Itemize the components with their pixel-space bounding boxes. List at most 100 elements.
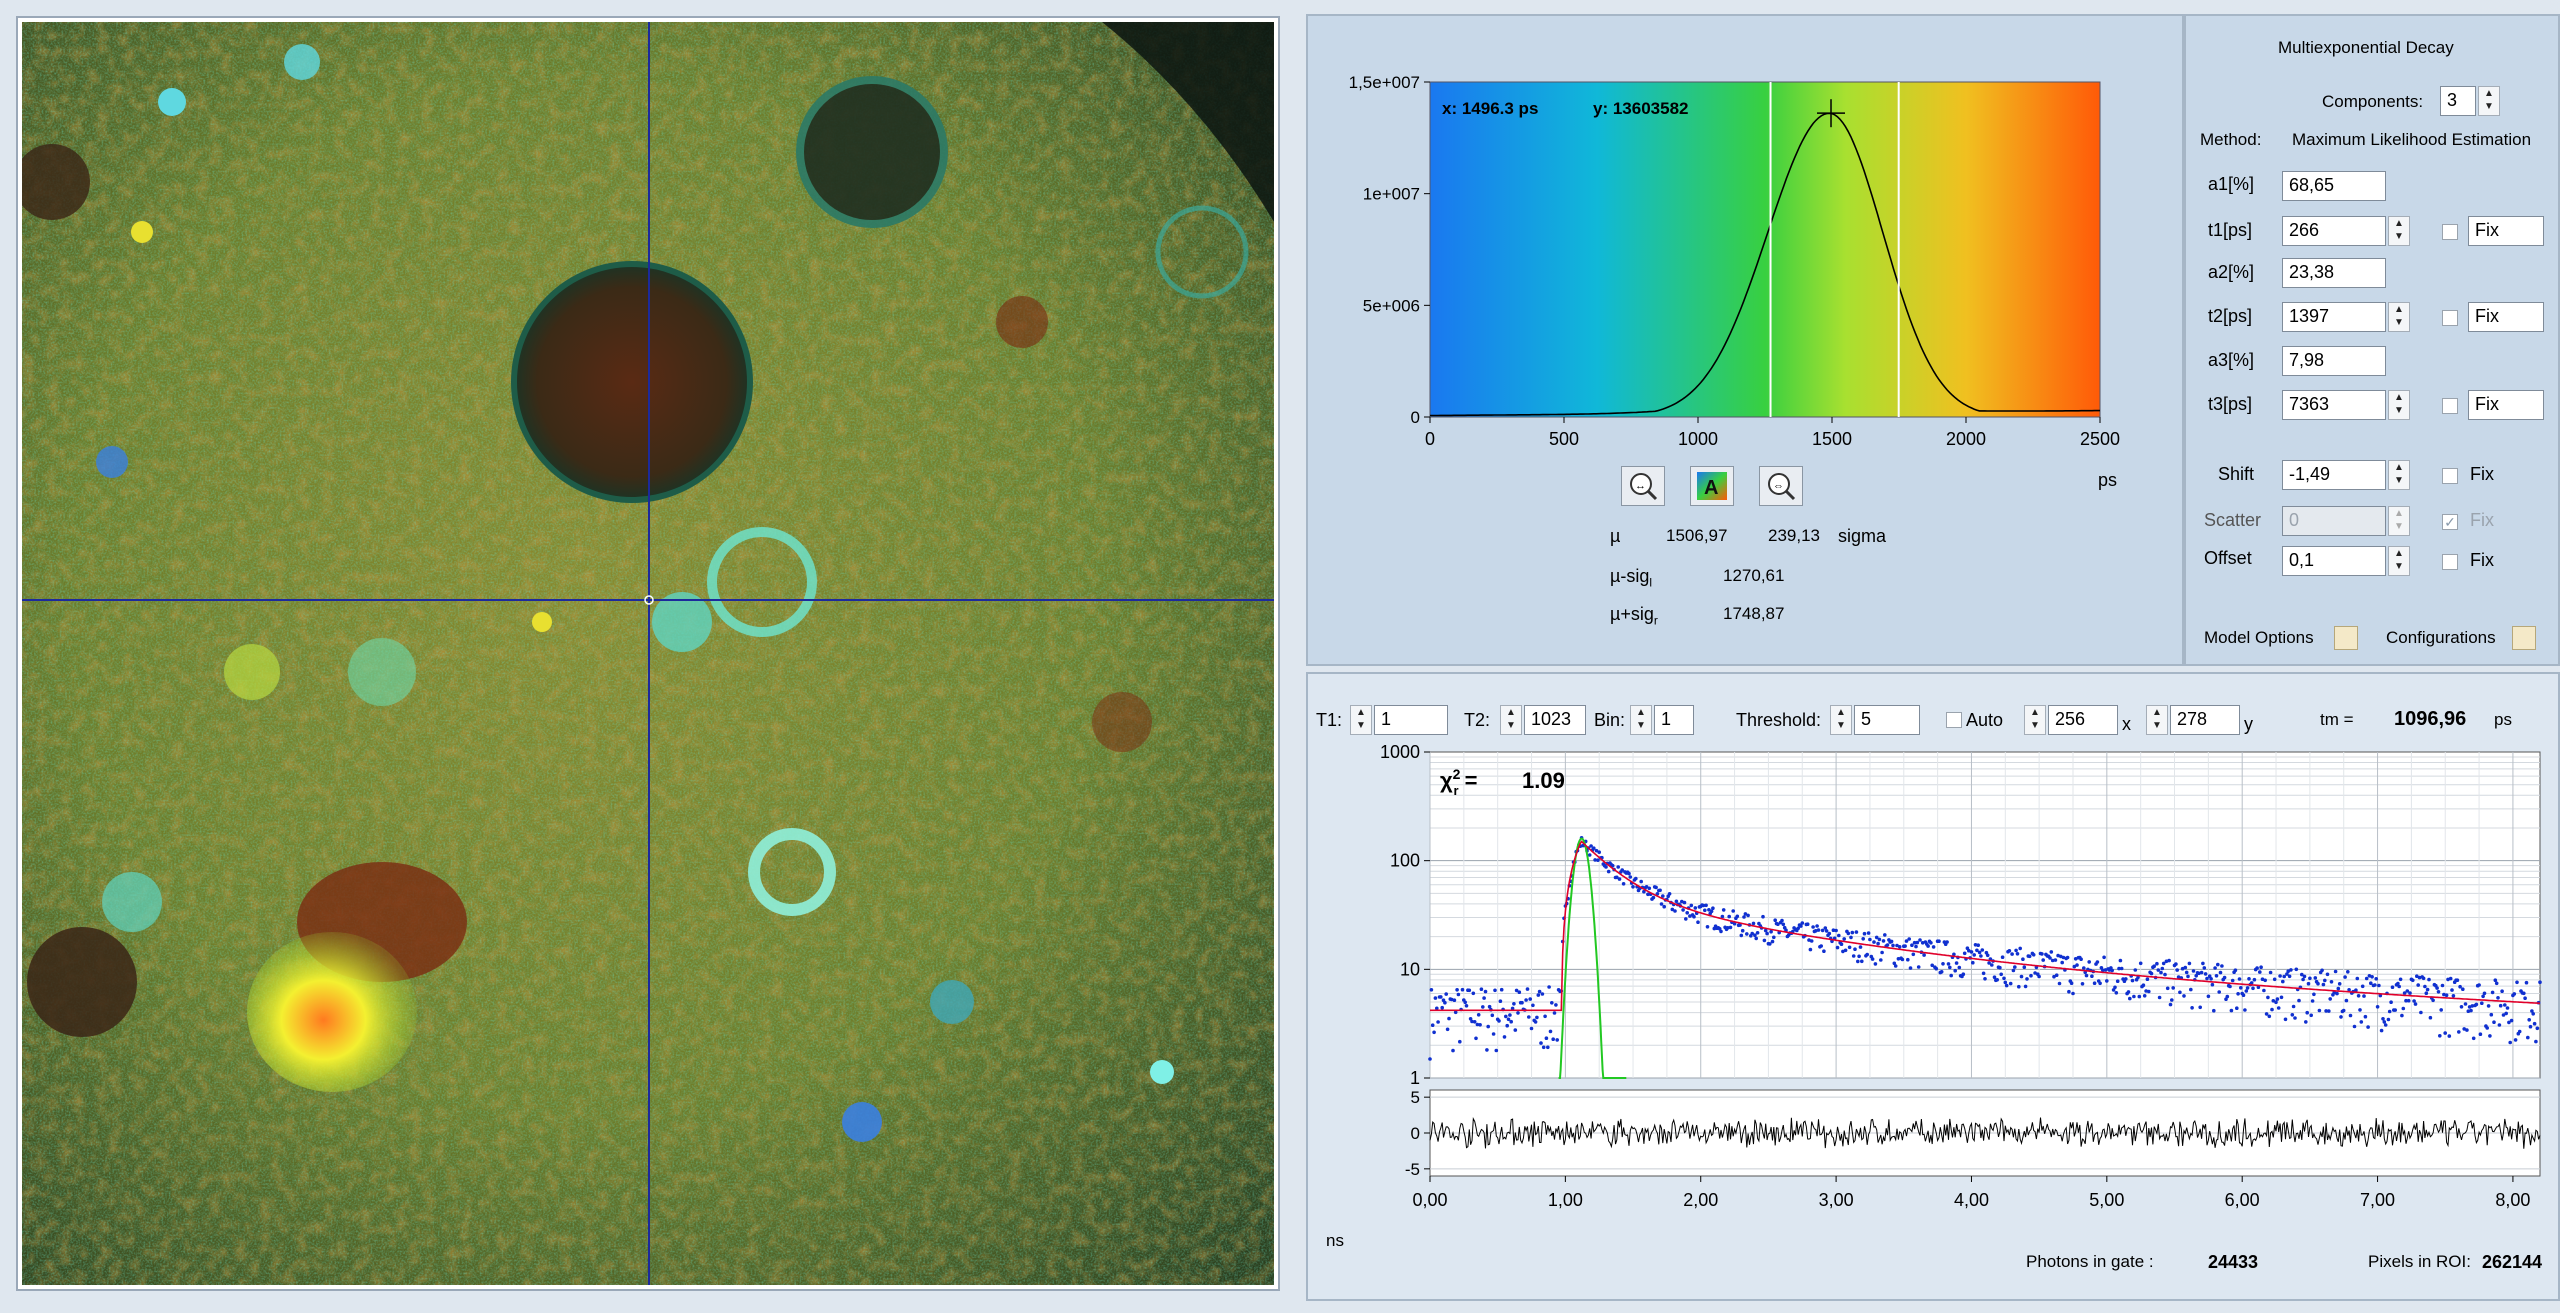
- x-coord-spinner[interactable]: ▲ ▼: [2024, 705, 2046, 735]
- autoscale-color-button[interactable]: A: [1690, 466, 1734, 506]
- decay-point: [2465, 1028, 2469, 1032]
- decay-point: [2105, 979, 2109, 983]
- decay-point: [2398, 977, 2403, 982]
- y-coord-spinner[interactable]: ▲ ▼: [2146, 705, 2168, 735]
- t1-field[interactable]: 266: [2282, 216, 2386, 246]
- decay-point: [1954, 961, 1959, 965]
- method-label: Method:: [2200, 130, 2262, 149]
- hist-x-tick-label: 2500: [2080, 429, 2120, 449]
- decay-point: [2149, 971, 2154, 976]
- x-coord-field[interactable]: 256: [2048, 705, 2118, 735]
- zoom-out-icon: ⇔: [1768, 473, 1796, 501]
- y-coord-field[interactable]: 278: [2170, 705, 2240, 735]
- t1-gate-field[interactable]: 1: [1374, 705, 1448, 735]
- decay-point: [1941, 962, 1945, 966]
- decay-point: [2114, 991, 2119, 995]
- shift-fix-checkbox[interactable]: [2442, 468, 2458, 484]
- t2-gate-label: T2:: [1464, 710, 1491, 730]
- lifetime-image-canvas[interactable]: [22, 22, 1274, 1285]
- decay-point: [2084, 973, 2089, 978]
- decay-point: [2327, 1009, 2331, 1013]
- decay-point: [2412, 999, 2416, 1003]
- auto-checkbox[interactable]: [1946, 712, 1962, 728]
- method-value[interactable]: Maximum Likelihood Estimation: [2292, 130, 2554, 150]
- bin-field[interactable]: 1: [1654, 705, 1694, 735]
- decay-point: [2450, 988, 2454, 992]
- decay-point: [2488, 1034, 2492, 1038]
- components-field[interactable]: 3: [2440, 86, 2476, 116]
- t2-gate-spinner[interactable]: ▲ ▼: [1500, 705, 1522, 735]
- t1-gate-spinner[interactable]: ▲ ▼: [1350, 705, 1372, 735]
- decay-point: [1433, 996, 1438, 1000]
- offset-spinner[interactable]: ▲ ▼: [2388, 546, 2410, 576]
- decay-point: [2113, 985, 2117, 990]
- t3-fix-field[interactable]: Fix: [2468, 390, 2544, 420]
- t2-field[interactable]: 1397: [2282, 302, 2386, 332]
- decay-point: [2352, 1024, 2357, 1029]
- zoom-in-button[interactable]: ↔: [1621, 466, 1665, 506]
- decay-point: [1876, 941, 1880, 946]
- t1-fix-checkbox[interactable]: [2442, 224, 2458, 240]
- decay-point: [2014, 948, 2018, 953]
- t3-field[interactable]: 7363: [2282, 390, 2386, 420]
- photons-label: Photons in gate :: [2026, 1252, 2154, 1271]
- configurations-button[interactable]: [2512, 626, 2536, 650]
- t2-gate-field[interactable]: 1023: [1524, 705, 1586, 735]
- t2-spinner[interactable]: ▲ ▼: [2388, 302, 2410, 332]
- decay-point: [1770, 939, 1775, 944]
- shift-field[interactable]: -1,49: [2282, 460, 2386, 490]
- decay-point: [1504, 1014, 1508, 1019]
- a3-field[interactable]: 7,98: [2282, 346, 2386, 376]
- decay-point: [1541, 1045, 1546, 1050]
- components-spinner[interactable]: ▲ ▼: [2478, 86, 2500, 116]
- decay-point: [2021, 957, 2025, 961]
- decay-point: [1910, 943, 1914, 947]
- lifetime-image[interactable]: [16, 16, 1280, 1291]
- zoom-out-button[interactable]: ⇔: [1759, 466, 1803, 506]
- decay-point: [2243, 1008, 2247, 1012]
- t2-fix-checkbox[interactable]: [2442, 310, 2458, 326]
- threshold-field[interactable]: 5: [1854, 705, 1920, 735]
- decay-point: [2325, 972, 2330, 977]
- decay-point: [1719, 929, 1723, 934]
- decay-point: [2364, 976, 2369, 981]
- t3-spinner[interactable]: ▲ ▼: [2388, 390, 2410, 420]
- decay-point: [2486, 1004, 2491, 1008]
- decay-point: [2492, 1020, 2496, 1024]
- decay-point: [2244, 989, 2249, 993]
- decay-point: [1773, 918, 1777, 922]
- decay-point: [2339, 1015, 2343, 1019]
- decay-point: [2175, 968, 2179, 972]
- offset-field[interactable]: 0,1: [2282, 546, 2386, 576]
- x-coord-label: x: [2122, 714, 2131, 734]
- decay-point: [2007, 949, 2012, 953]
- photons-value: 24433: [2208, 1252, 2259, 1272]
- t3-fix-checkbox[interactable]: [2442, 398, 2458, 414]
- decay-point: [1979, 954, 1983, 958]
- decay-point: [2216, 962, 2220, 967]
- t2-fix-field[interactable]: Fix: [2468, 302, 2544, 332]
- decay-point: [2212, 1008, 2216, 1013]
- decay-point: [2528, 1024, 2533, 1029]
- decay-point: [1843, 948, 1848, 953]
- decay-point: [1868, 937, 1872, 942]
- decay-point: [1908, 966, 1913, 970]
- a1-field[interactable]: 68,65: [2282, 171, 2386, 201]
- t1-fix-field[interactable]: Fix: [2468, 216, 2544, 246]
- t1-spinner[interactable]: ▲ ▼: [2388, 216, 2410, 246]
- decay-point: [1881, 939, 1886, 943]
- decay-point: [2500, 989, 2504, 993]
- shift-fix-label: Fix: [2470, 464, 2494, 484]
- decay-point: [1486, 1024, 1490, 1029]
- mu-value: 1506,97: [1666, 526, 1728, 545]
- decay-plot[interactable]: 1000 100 10 1 5 0 -5 0,00 1,00 2,00 3,00 4,00 5,00…: [1308, 740, 2558, 1260]
- scatter-fix-label: Fix: [2470, 510, 2494, 530]
- shift-spinner[interactable]: ▲ ▼: [2388, 460, 2410, 490]
- a2-field[interactable]: 23,38: [2282, 258, 2386, 288]
- offset-fix-checkbox[interactable]: [2442, 554, 2458, 570]
- model-options-button[interactable]: [2334, 626, 2358, 650]
- decay-point: [2189, 987, 2193, 992]
- lifetime-histogram[interactable]: 1,5e+007 1e+007 5e+006 0 0 500 1000 1500 2000 25…: [1308, 16, 2182, 496]
- bin-spinner[interactable]: ▲ ▼: [1630, 705, 1652, 735]
- threshold-spinner[interactable]: ▲ ▼: [1830, 705, 1852, 735]
